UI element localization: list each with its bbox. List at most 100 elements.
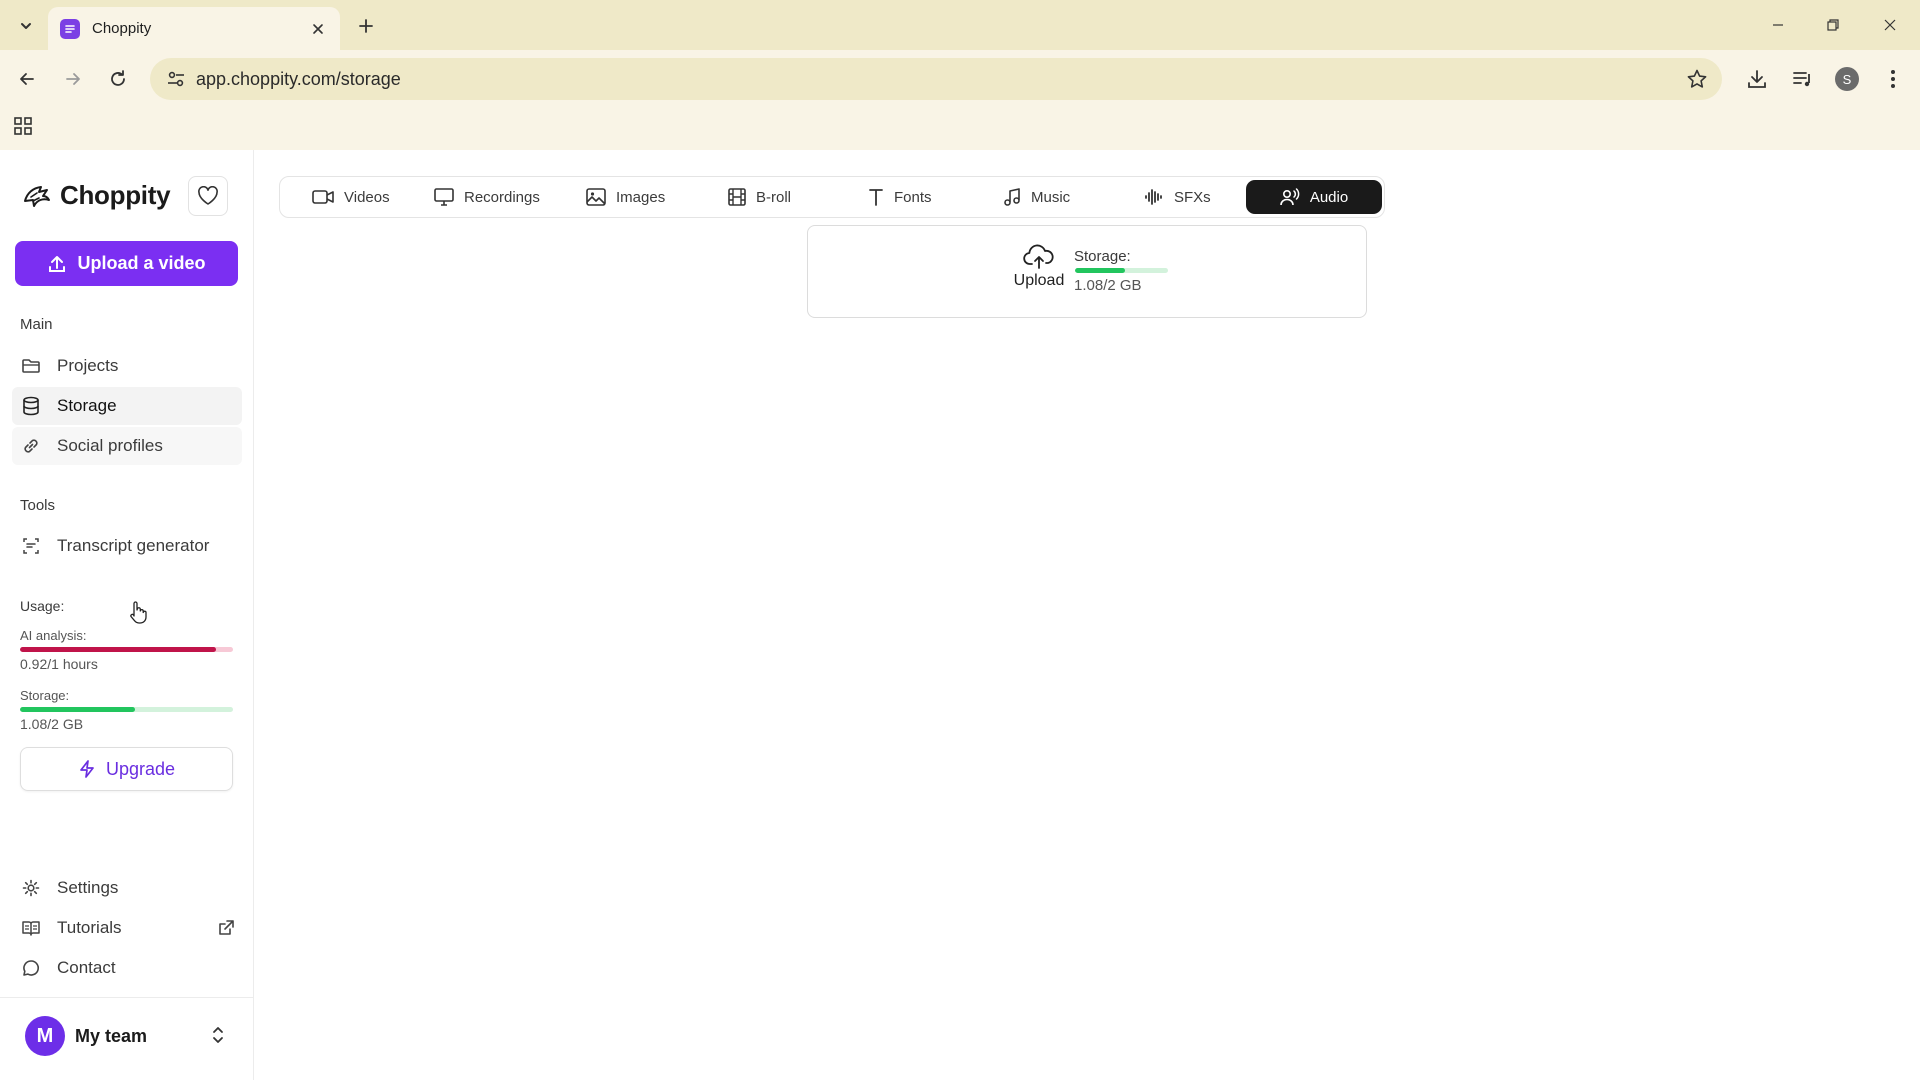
music-icon (1004, 188, 1020, 206)
sidebar-item-label: Tutorials (57, 918, 122, 937)
sidebar-item-tutorials[interactable]: Tutorials (12, 909, 242, 947)
tab-sfxs[interactable]: SFXs (1144, 180, 1211, 214)
ai-analysis-bar-fill (20, 647, 216, 652)
grid-icon (14, 117, 32, 135)
close-tab-button[interactable] (308, 19, 328, 39)
upload-video-label: Upload a video (77, 253, 206, 273)
external-link-icon (216, 918, 236, 938)
playlist-icon (1793, 72, 1810, 87)
tab-music[interactable]: Music (1003, 180, 1070, 214)
address-bar[interactable]: app.choppity.com/storage (150, 58, 1722, 100)
sidebar-item-label: Storage (57, 396, 117, 415)
close-window-button[interactable] (1872, 10, 1908, 40)
chat-icon (20, 957, 42, 979)
browser-chrome: Choppity app.choppity.com/storage S (0, 0, 1920, 150)
sidebar-item-contact[interactable]: Contact (12, 949, 242, 987)
forward-button[interactable] (58, 64, 88, 94)
upgrade-button[interactable]: Upgrade (20, 747, 233, 791)
download-icon (1748, 70, 1766, 88)
tab-audio[interactable]: Audio (1246, 180, 1382, 214)
ai-analysis-label: AI analysis: (20, 628, 87, 643)
back-button[interactable] (12, 64, 42, 94)
sidebar-item-label: Transcript generator (57, 536, 210, 555)
upgrade-label: Upgrade (105, 758, 176, 779)
restore-button[interactable] (1815, 10, 1851, 40)
upload-video-button[interactable]: Upload a video (15, 241, 238, 286)
minimize-button[interactable] (1760, 10, 1796, 40)
tab-b-roll[interactable]: B-roll (728, 180, 791, 214)
transcript-icon (20, 535, 42, 557)
storage-value: 1.08/2 GB (1074, 277, 1142, 294)
media-type-tabs: Videos Recordings Images B-roll Fonts Mu… (279, 176, 1385, 218)
browser-tab[interactable]: Choppity (48, 7, 340, 50)
url-text[interactable]: app.choppity.com/storage (196, 69, 401, 90)
tab-fonts[interactable]: Fonts (868, 180, 932, 214)
storage-usage-bar-fill (20, 707, 136, 712)
media-control-button[interactable] (1785, 62, 1819, 96)
profile-button[interactable]: S (1830, 62, 1864, 96)
profile-avatar: S (1835, 67, 1859, 91)
chevron-down-icon (21, 23, 31, 29)
plus-icon (359, 19, 373, 33)
database-icon (20, 395, 42, 417)
folder-icon (20, 355, 42, 377)
app: Choppity Upload a video Main Projects St… (0, 150, 1920, 1080)
heart-icon (198, 186, 218, 205)
close-icon (1884, 19, 1896, 31)
book-icon (20, 917, 42, 939)
tab-videos[interactable]: Videos (312, 180, 390, 214)
storage-bar (1075, 268, 1168, 273)
tune-icon (168, 71, 184, 87)
reload-icon (111, 70, 125, 86)
tab-label: Fonts (894, 188, 932, 206)
tab-images[interactable]: Images (586, 180, 665, 214)
minimize-icon (1773, 24, 1783, 26)
tools-section-label: Tools (20, 497, 56, 514)
brand-logo[interactable]: Choppity (22, 180, 171, 211)
upload-icon (49, 255, 66, 272)
sidebar-item-storage[interactable]: Storage (12, 387, 242, 425)
arrow-left-icon (20, 73, 34, 85)
new-tab-button[interactable] (352, 12, 380, 40)
tab-search-button[interactable] (12, 12, 40, 40)
sidebar-item-social-profiles[interactable]: Social profiles (12, 427, 242, 465)
site-info-button[interactable] (164, 68, 188, 90)
star-icon (1687, 69, 1707, 88)
sidebar-item-label: Social profiles (57, 436, 163, 455)
tab-label: Videos (344, 188, 390, 206)
tab-label: Images (616, 188, 666, 206)
storage-usage-label: Storage: (20, 688, 70, 703)
tab-strip: Choppity (0, 0, 1920, 50)
cloud-upload-icon (1023, 244, 1054, 269)
choppity-logo-icon (24, 185, 50, 207)
main-section-label: Main (20, 316, 53, 333)
monitor-icon (434, 188, 454, 206)
sidebar-item-settings[interactable]: Settings (12, 869, 242, 907)
storage-bar-fill (1075, 268, 1126, 273)
downloads-button[interactable] (1740, 62, 1774, 96)
apps-grid-button[interactable] (12, 115, 36, 139)
team-name: My team (75, 1026, 148, 1046)
chevron-up-down-icon (210, 1024, 226, 1046)
sidebar-item-projects[interactable]: Projects (12, 347, 242, 385)
more-vertical-icon (1891, 70, 1895, 88)
sidebar-item-transcript-generator[interactable]: Transcript generator (12, 527, 242, 565)
browser-menu-button[interactable] (1876, 62, 1910, 96)
arrow-right-icon (66, 73, 80, 85)
restore-icon (1827, 19, 1839, 31)
upload-button[interactable]: Upload (1004, 244, 1074, 290)
storage-usage-bar (20, 707, 233, 712)
usage-title: Usage: (20, 598, 65, 614)
sidebar-item-label: Settings (57, 878, 119, 897)
team-switcher[interactable]: M My team (0, 997, 254, 1080)
sidebar-item-label: Contact (57, 958, 116, 977)
image-icon (586, 188, 606, 206)
tab-recordings[interactable]: Recordings (434, 180, 540, 214)
ai-analysis-value: 0.92/1 hours (20, 656, 98, 672)
favorite-button[interactable] (188, 176, 228, 216)
tab-label: SFXs (1174, 188, 1211, 206)
tab-label: Audio (1309, 188, 1349, 206)
reload-button[interactable] (103, 64, 133, 94)
storage-usage-value: 1.08/2 GB (20, 716, 84, 732)
bookmark-button[interactable] (1686, 68, 1708, 90)
